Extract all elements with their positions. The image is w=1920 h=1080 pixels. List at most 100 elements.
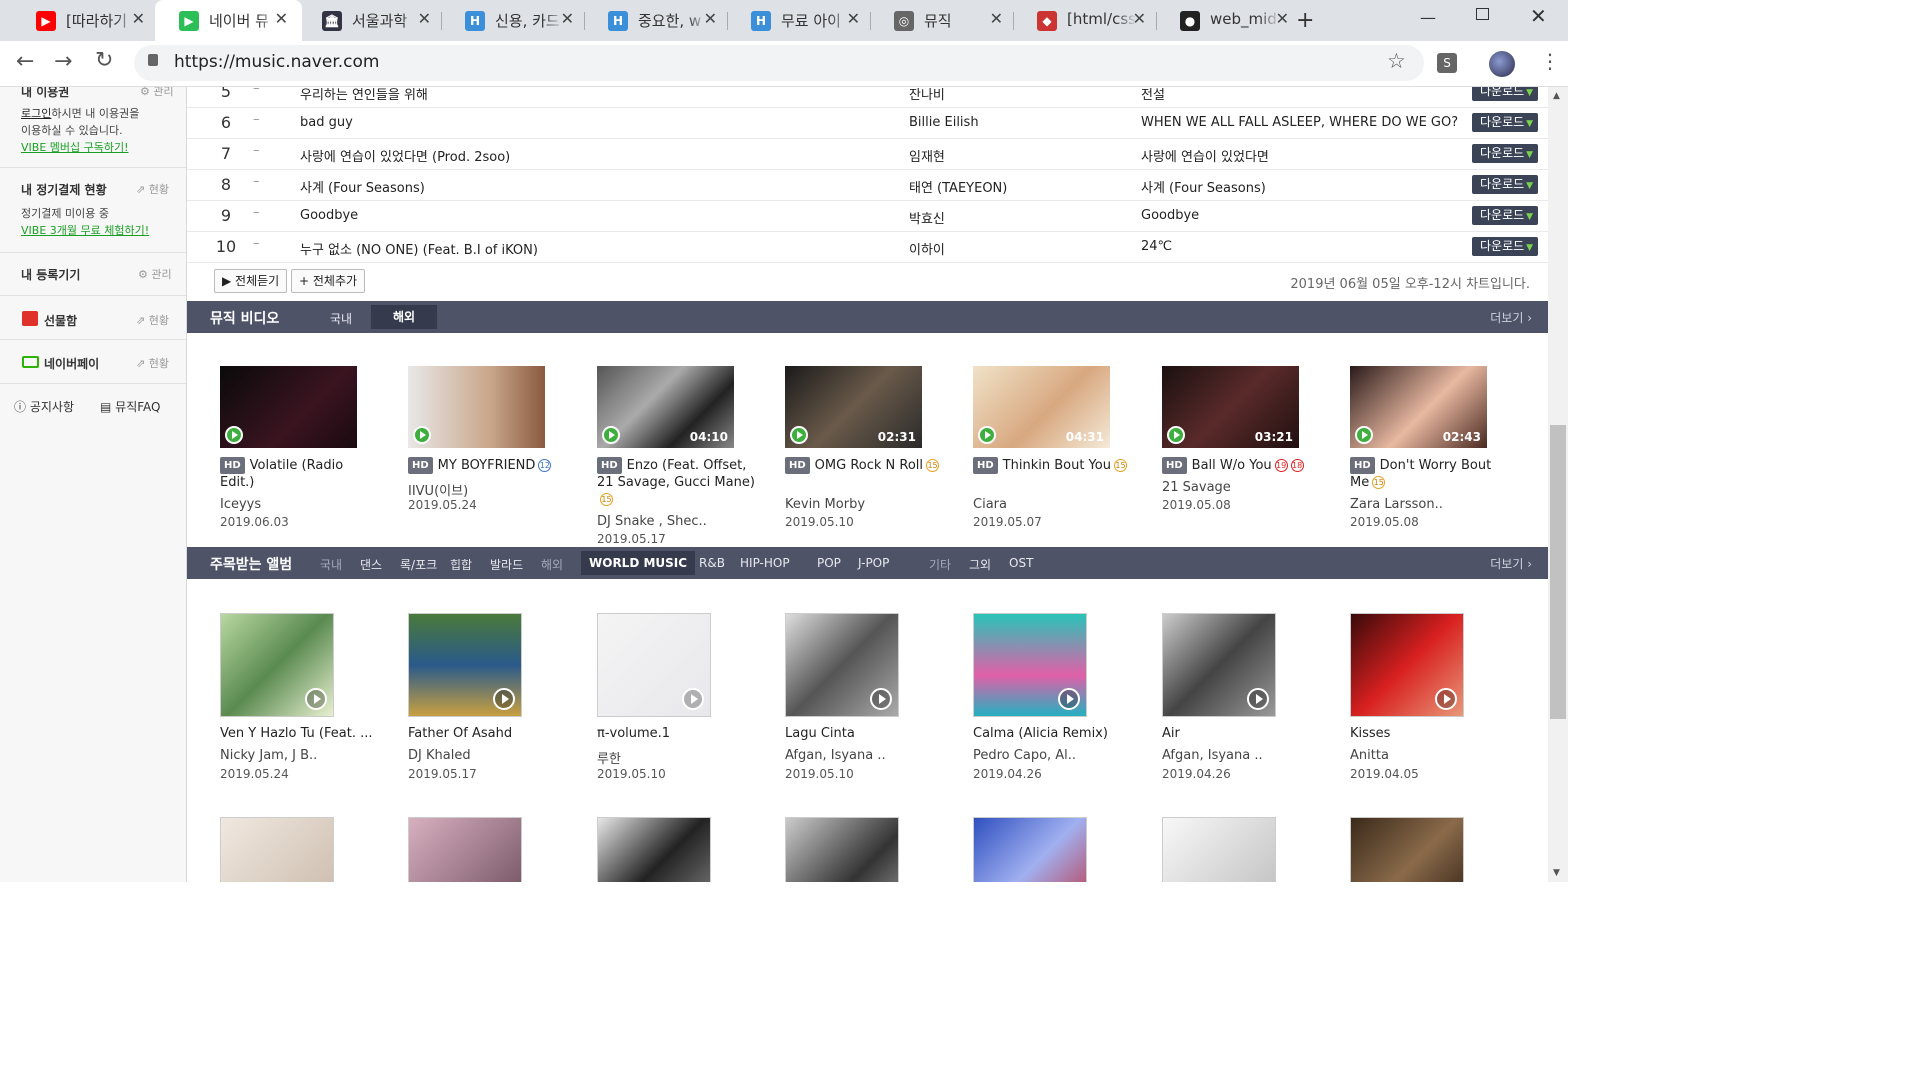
download-button[interactable]: 다운로드 ▼ (1472, 87, 1538, 101)
browser-tab[interactable]: H 무료 아이 ✕ (727, 0, 874, 41)
album-artist-link[interactable]: Pedro Capo, Al.. (973, 748, 1076, 763)
download-button[interactable]: 다운로드 ▼ (1472, 237, 1538, 256)
play-icon[interactable] (870, 688, 892, 710)
browser-tab[interactable]: H 신용, 카드 ✕ (441, 0, 588, 41)
album-link[interactable]: 전설 (1141, 87, 1165, 103)
chart-row[interactable]: 7 – 사랑에 연습이 있었다면 (Prod. 2soo) 임재현 사랑에 연습이 있었… (187, 139, 1548, 170)
album-title-link[interactable]: Kisses (1350, 726, 1390, 741)
tab-mv-foreign[interactable]: 해외 (371, 305, 437, 329)
genre-tab[interactable]: 그외 (969, 556, 991, 573)
song-title-link[interactable]: 사랑에 연습이 있었다면 (Prod. 2soo) (300, 146, 510, 165)
mv-more-link[interactable]: 더보기 › (1490, 309, 1532, 326)
download-button[interactable]: 다운로드 ▼ (1472, 113, 1538, 132)
play-icon[interactable] (493, 688, 515, 710)
vibe-membership-link[interactable]: VIBE 멤버십 구독하기! (21, 139, 129, 155)
download-button[interactable]: 다운로드 ▼ (1472, 206, 1538, 225)
browser-tab[interactable]: ◆ [html/css] ✕ (1013, 0, 1160, 41)
artist-link[interactable]: 잔나비 (909, 87, 945, 103)
genre-tab[interactable]: R&B (699, 556, 725, 570)
album-cover[interactable] (408, 613, 522, 717)
chart-row[interactable]: 5 – 우리하는 연인들을 위해 잔나비 전설 다운로드 ▼ (187, 87, 1548, 108)
artist-link[interactable]: 태연 (TAEYEON) (909, 177, 1007, 196)
artist-link[interactable]: 이하이 (909, 239, 945, 258)
bookmark-star-icon[interactable]: ☆ (1387, 49, 1406, 73)
browser-tab[interactable]: H 중요한, w ✕ (584, 0, 731, 41)
tab-close-icon[interactable]: ✕ (704, 9, 717, 28)
browser-tab[interactable]: ◎ 뮤직 ✕ (870, 0, 1017, 41)
tab-close-icon[interactable]: ✕ (275, 9, 288, 28)
video-artist-link[interactable]: DJ Snake , Shec.. (597, 514, 707, 529)
scroll-down-icon[interactable]: ▼ (1553, 868, 1560, 878)
play-icon[interactable] (305, 688, 327, 710)
album-cover[interactable] (1350, 613, 1464, 717)
album-cover[interactable] (220, 613, 334, 717)
gift-box-link[interactable]: 선물함 (44, 312, 77, 329)
browser-tab[interactable]: 🏛 서울과학 ✕ (298, 0, 445, 41)
album-title-link[interactable]: Calma (Alicia Remix) (973, 726, 1108, 741)
video-artist-link[interactable]: Ciara (973, 497, 1007, 512)
album-cover[interactable] (785, 817, 899, 882)
album-cover[interactable] (597, 613, 711, 717)
forward-icon[interactable]: → (54, 49, 72, 74)
album-title-link[interactable]: Lagu Cinta (785, 726, 855, 741)
video-thumbnail[interactable]: 02:31 (785, 366, 922, 448)
album-cover[interactable] (973, 817, 1087, 882)
voucher-manage-link[interactable]: ⚙ 관리 (140, 87, 174, 99)
url-text[interactable]: https://music.naver.com (174, 52, 379, 72)
album-artist-link[interactable]: Anitta (1350, 748, 1389, 763)
song-title-link[interactable]: Goodbye (300, 208, 358, 223)
video-thumbnail[interactable]: 02:43 (1350, 366, 1487, 448)
album-cover[interactable] (1350, 817, 1464, 882)
video-artist-link[interactable]: IIVU(이브) (408, 480, 468, 499)
album-cover[interactable] (408, 817, 522, 882)
profile-avatar[interactable] (1489, 51, 1515, 77)
download-button[interactable]: 다운로드 ▼ (1472, 175, 1538, 194)
video-title-link[interactable]: HD Don't Worry Bout Me 15 (1350, 457, 1510, 491)
video-title-link[interactable]: HD Ball W/o You 19 18 (1162, 457, 1322, 474)
play-icon[interactable] (1058, 688, 1080, 710)
scroll-up-icon[interactable]: ▲ (1553, 91, 1560, 101)
tab-close-icon[interactable]: ✕ (847, 9, 860, 28)
back-icon[interactable]: ← (16, 49, 34, 74)
payment-status-link[interactable]: ⇗ 현황 (136, 181, 169, 197)
album-artist-link[interactable]: DJ Khaled (408, 748, 471, 763)
video-artist-link[interactable]: Kevin Morby (785, 497, 865, 512)
video-thumbnail[interactable]: 04:31 (973, 366, 1110, 448)
album-artist-link[interactable]: Nicky Jam, J B.. (220, 748, 317, 763)
tab-close-icon[interactable]: ✕ (1133, 9, 1146, 28)
video-artist-link[interactable]: Iceyys (220, 497, 261, 512)
extension-icon[interactable]: S (1437, 53, 1457, 73)
video-thumbnail[interactable] (220, 366, 357, 448)
play-icon[interactable] (1435, 688, 1457, 710)
album-link[interactable]: 사계 (Four Seasons) (1141, 177, 1266, 196)
song-title-link[interactable]: 사계 (Four Seasons) (300, 177, 425, 196)
scrollbar[interactable]: ▲ ▼ (1548, 87, 1568, 882)
genre-tab-selected[interactable]: WORLD MUSIC (581, 551, 696, 575)
artist-link[interactable]: 박효신 (909, 208, 945, 227)
browser-tab[interactable]: ▶ [따라하기 ✕ (12, 0, 159, 41)
device-manage-link[interactable]: ⚙ 관리 (138, 266, 172, 282)
album-cover[interactable] (785, 613, 899, 717)
video-thumbnail[interactable]: 04:10 (597, 366, 734, 448)
album-more-link[interactable]: 더보기 › (1490, 555, 1532, 572)
menu-kebab-icon[interactable]: ⋮ (1540, 49, 1560, 73)
album-artist-link[interactable]: Afgan, Isyana .. (1162, 748, 1263, 763)
genre-tab[interactable]: J-POP (858, 556, 889, 570)
naver-pay-link[interactable]: 네이버페이 (44, 355, 99, 372)
chart-row[interactable]: 9 – Goodbye 박효신 Goodbye 다운로드 ▼ (187, 201, 1548, 232)
genre-tab[interactable]: OST (1009, 556, 1033, 570)
artist-link[interactable]: Billie Eilish (909, 115, 979, 130)
gift-status-link[interactable]: ⇗ 현황 (136, 312, 169, 328)
add-all-button[interactable]: + 전체추가 (291, 269, 366, 293)
close-window-button[interactable]: ✕ (1530, 4, 1547, 28)
video-artist-link[interactable]: 21 Savage (1162, 480, 1231, 495)
album-title-link[interactable]: Air (1162, 726, 1180, 741)
notice-link[interactable]: ⓘ 공지사항 (14, 398, 74, 415)
album-artist-link[interactable]: 루한 (597, 748, 621, 767)
scroll-thumb[interactable] (1550, 425, 1566, 719)
genre-tab[interactable]: 발라드 (490, 556, 523, 573)
url-omnibox[interactable]: https://music.naver.com ☆ (134, 45, 1424, 81)
new-tab-button[interactable]: + (1296, 8, 1314, 33)
browser-tab[interactable]: ● web_mid ✕ (1156, 0, 1303, 41)
album-cover[interactable] (973, 613, 1087, 717)
